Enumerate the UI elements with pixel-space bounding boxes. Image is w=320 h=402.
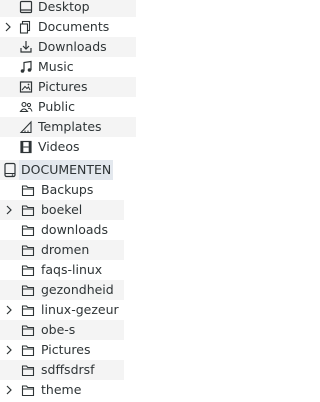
tree-item-label: faqs-linux	[41, 262, 103, 277]
desktop-icon	[18, 0, 34, 15]
music-icon	[18, 59, 34, 75]
folder-icon	[20, 182, 36, 198]
tree-item-documents[interactable]: Documents	[0, 17, 136, 37]
folder-icon	[20, 382, 36, 398]
tree-item-desktop[interactable]: Desktop	[0, 0, 136, 17]
tree-item-folder[interactable]: theme	[0, 380, 124, 400]
tree-item-label: dromen	[41, 242, 90, 257]
tree-item-label: Music	[38, 59, 74, 74]
folder-icon	[20, 242, 36, 258]
tree-item-folder[interactable]: gezondheid	[0, 280, 124, 300]
tree-item-folder[interactable]: Pictures	[0, 340, 124, 360]
tree-item-label: sdffsdrsf	[41, 362, 95, 377]
tree-item-label: Downloads	[38, 39, 107, 54]
tree-item-label: Desktop	[38, 0, 90, 14]
tree-item-music[interactable]: Music	[0, 57, 136, 77]
tree-item-downloads[interactable]: Downloads	[0, 37, 136, 57]
tree-item-label: theme	[41, 382, 82, 397]
tree-item-label: linux-gezeur	[41, 302, 119, 317]
drive-icon	[2, 162, 18, 178]
tree-item-folder[interactable]: dromen	[0, 240, 124, 260]
folder-icon	[20, 222, 36, 238]
folder-icon	[20, 302, 36, 318]
tree-item-label: Backups	[41, 182, 94, 197]
tree-item-label: obe-s	[41, 322, 76, 337]
tree-item-pictures[interactable]: Pictures	[0, 77, 136, 97]
folder-icon	[20, 282, 36, 298]
templates-icon	[18, 119, 34, 135]
tree-item-label: Videos	[38, 139, 80, 154]
tree-item-folder[interactable]: linux-gezeur	[0, 300, 124, 320]
tree-item-public[interactable]: Public	[0, 97, 136, 117]
tree-item-drive-documenten[interactable]: DOCUMENTEN	[0, 160, 114, 180]
tree-item-folder[interactable]: faqs-linux	[0, 260, 124, 280]
tree-item-label: gezondheid	[41, 282, 114, 297]
tree-item-videos[interactable]: Videos	[0, 137, 136, 157]
chevron-right-icon[interactable]	[4, 205, 14, 215]
folder-icon	[20, 202, 36, 218]
chevron-right-icon[interactable]	[4, 385, 14, 395]
download-icon	[18, 39, 34, 55]
tree-item-label: Pictures	[38, 79, 88, 94]
documents-icon	[18, 19, 34, 35]
tree-item-label: boekel	[41, 202, 83, 217]
folder-icon	[20, 262, 36, 278]
tree-item-folder[interactable]: sdffsdrsf	[0, 360, 124, 380]
folder-icon	[20, 362, 36, 378]
tree-item-folder[interactable]: obe-s	[0, 320, 124, 340]
folder-icon	[20, 342, 36, 358]
chevron-right-icon[interactable]	[4, 345, 14, 355]
tree-item-folder[interactable]: downloads	[0, 220, 124, 240]
pictures-icon	[18, 79, 34, 95]
file-tree: Desktop Documents Downloads Music Pictur…	[0, 0, 280, 402]
tree-item-label: downloads	[41, 222, 108, 237]
folder-icon	[20, 322, 36, 338]
tree-item-label: Documents	[38, 19, 110, 34]
tree-item-label: Templates	[38, 119, 102, 134]
tree-item-label: Public	[38, 99, 75, 114]
tree-item-folder[interactable]: Backups	[0, 180, 124, 200]
tree-item-folder[interactable]: boekel	[0, 200, 124, 220]
film-icon	[18, 139, 34, 155]
chevron-right-icon[interactable]	[3, 22, 13, 32]
chevron-right-icon[interactable]	[4, 305, 14, 315]
people-icon	[18, 99, 34, 115]
tree-item-label: Pictures	[41, 342, 91, 357]
tree-item-templates[interactable]: Templates	[0, 117, 136, 137]
tree-item-label-selected: DOCUMENTEN	[19, 160, 114, 180]
